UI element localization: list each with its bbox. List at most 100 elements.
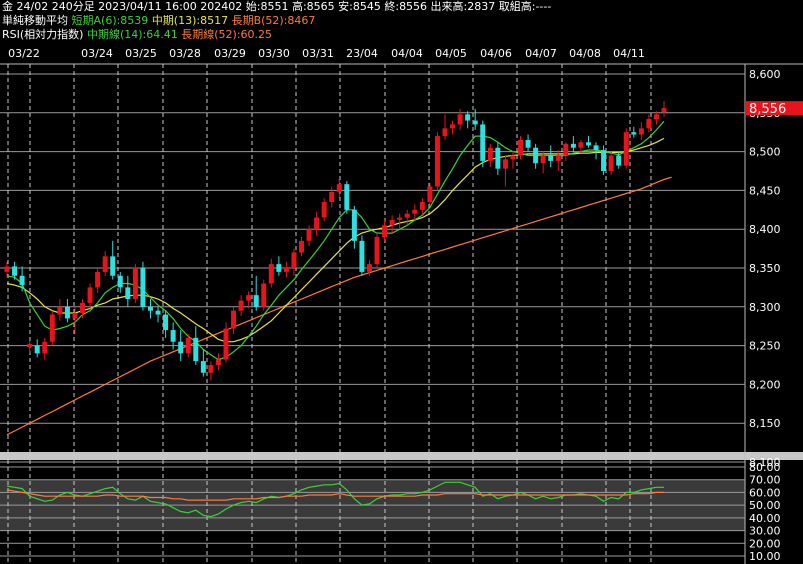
candle-down — [616, 155, 622, 166]
candle-up — [434, 136, 440, 187]
candle-up — [238, 300, 244, 311]
price-tick-label: 8,450 — [749, 184, 781, 197]
candle-down — [585, 142, 591, 146]
rsi-tick-label: 20.00 — [749, 537, 781, 550]
price-tick-label: 8,200 — [749, 378, 781, 391]
candle-up — [487, 147, 493, 161]
candle-up — [57, 306, 63, 315]
price-tick-label: 8,150 — [749, 417, 781, 430]
rsi-tick-label: 80.00 — [749, 461, 781, 474]
candle-down — [276, 264, 282, 272]
candle-up — [419, 202, 425, 210]
candle-up — [404, 213, 410, 218]
price-chart[interactable]: 8,6008,5508,5008,4508,4008,3508,3008,250… — [0, 0, 803, 564]
candle-up — [638, 128, 644, 135]
candle-up — [442, 128, 448, 137]
candle-up — [246, 295, 252, 301]
candle-up — [80, 302, 86, 314]
candle-down — [359, 240, 365, 272]
candle-down — [193, 337, 199, 362]
candle-down — [253, 295, 259, 307]
candle-up — [4, 266, 10, 272]
candle-down — [533, 147, 539, 164]
candle-up — [555, 155, 561, 161]
price-tick-label: 8,500 — [749, 146, 781, 159]
candle-down — [495, 147, 501, 169]
candle-up — [95, 271, 101, 288]
panel-separator — [0, 452, 803, 460]
price-tick-label: 8,350 — [749, 262, 781, 275]
candle-up — [450, 124, 456, 129]
candle-up — [132, 268, 138, 300]
candle-down — [351, 209, 357, 241]
candle-down — [548, 155, 554, 161]
candle-up — [314, 217, 320, 230]
candle-up — [42, 341, 48, 354]
ma-mid-line — [6, 137, 665, 343]
price-tick-label: 8,250 — [749, 340, 781, 353]
candle-up — [502, 159, 508, 169]
candle-up — [102, 256, 108, 272]
candle-down — [12, 266, 18, 276]
candle-up — [397, 217, 403, 220]
candle-down — [593, 145, 599, 151]
rsi-tick-label: 50.00 — [749, 499, 781, 512]
candle-up — [540, 155, 546, 164]
candle-down — [170, 330, 176, 342]
candle-up — [49, 314, 55, 342]
last-price-label: 8,556 — [749, 102, 786, 117]
candle-up — [608, 155, 614, 171]
candle-up — [215, 359, 221, 365]
candle-up — [306, 229, 312, 241]
candle-up — [283, 268, 289, 272]
candle-up — [299, 240, 305, 253]
candle-down — [117, 275, 123, 288]
candle-up — [329, 191, 335, 203]
candle-down — [19, 275, 25, 286]
candle-up — [510, 155, 516, 160]
candle-up — [185, 337, 191, 354]
candle-up — [382, 225, 388, 237]
candle-up — [231, 310, 237, 329]
candle-down — [525, 139, 531, 148]
candle-down — [34, 345, 40, 354]
candle-up — [321, 202, 327, 218]
candle-up — [374, 236, 380, 265]
candle-down — [465, 114, 471, 121]
candle-up — [412, 209, 418, 214]
candle-up — [336, 184, 342, 192]
candle-down — [178, 341, 184, 354]
rsi-tick-label: 70.00 — [749, 474, 781, 487]
candle-up — [87, 287, 93, 303]
candle-up — [578, 142, 584, 148]
candle-down — [163, 314, 169, 331]
candle-up — [646, 119, 652, 129]
candle-down — [140, 268, 146, 307]
candle-down — [344, 184, 350, 210]
price-tick-label: 8,300 — [749, 301, 781, 314]
candle-down — [601, 150, 607, 171]
candle-up — [389, 219, 395, 226]
ma-long-line — [6, 176, 672, 436]
candle-up — [623, 132, 629, 166]
rsi-tick-label: 10.00 — [749, 550, 781, 563]
candle-up — [268, 264, 274, 284]
candle-up — [427, 186, 433, 203]
rsi-tick-label: 30.00 — [749, 525, 781, 538]
candle-down — [472, 120, 478, 125]
candle-up — [518, 139, 524, 156]
candle-up — [223, 328, 229, 360]
candle-up — [653, 114, 659, 120]
candle-down — [570, 143, 576, 148]
candle-up — [261, 283, 267, 307]
price-tick-label: 8,400 — [749, 223, 781, 236]
rsi-tick-label: 40.00 — [749, 512, 781, 525]
candle-up — [208, 365, 214, 373]
candle-down — [64, 306, 70, 319]
price-tick-label: 8,600 — [749, 68, 781, 81]
candle-up — [72, 313, 78, 319]
rsi-tick-label: 60.00 — [749, 486, 781, 499]
candle-up — [563, 143, 569, 156]
candle-up — [27, 344, 33, 348]
candle-up — [661, 108, 667, 113]
